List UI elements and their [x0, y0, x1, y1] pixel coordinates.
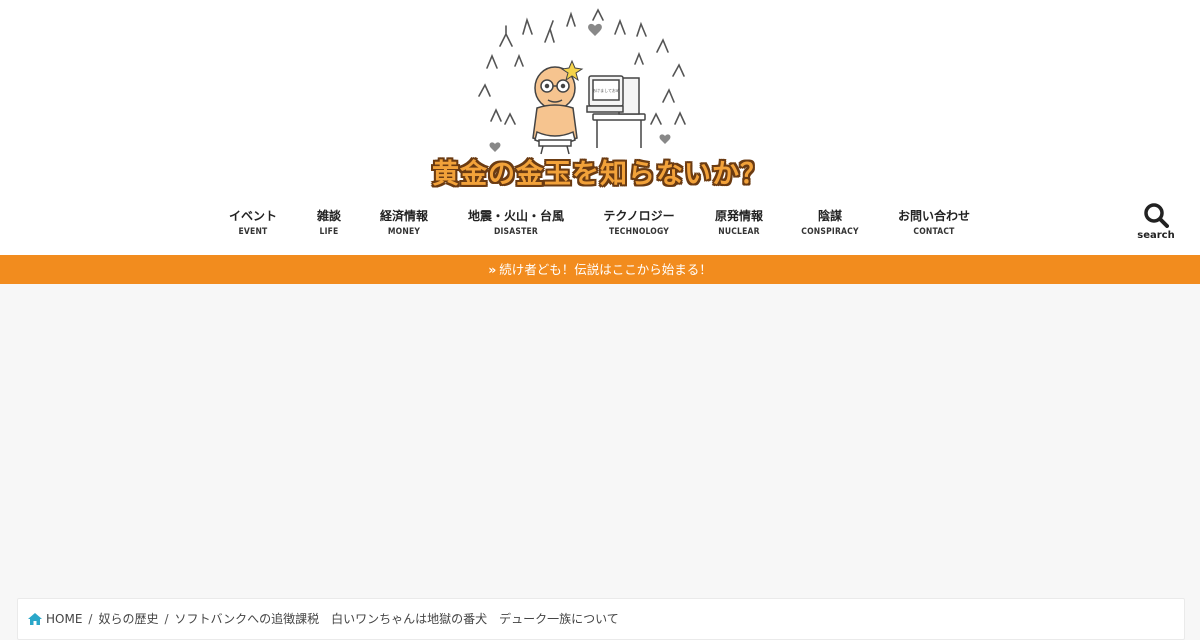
nav-item-sublabel: MONEY [387, 227, 421, 237]
nav-item-money[interactable]: 経済情報 MONEY [380, 208, 428, 239]
nav-item-label: 陰謀 [817, 209, 843, 223]
breadcrumb-category-link[interactable]: 奴らの歴史 [98, 612, 158, 626]
nav-item-sublabel: EVENT [238, 227, 268, 237]
nav-item-contact[interactable]: お問い合わせ CONTACT [898, 208, 970, 239]
breadcrumb-container: HOME / 奴らの歴史 / ソフトバンクへの追徴課税 白いワンちゃんは地獄の番犬 デュ… [17, 598, 1185, 640]
breadcrumb-separator: / [164, 612, 169, 626]
chevron-right-icon: » [488, 262, 497, 277]
nav-item-sublabel: TECHNOLOGY [608, 227, 670, 237]
search-label: search [1137, 230, 1175, 241]
nav-item-label: お問い合わせ [897, 209, 971, 223]
main-nav: イベント EVENT 雑談 LIFE 経済情報 MONEY 地震・火山・台風 D… [0, 208, 1200, 248]
site-header: あけましておめ 黄金の金玉を知らないか？ イベント EVENT 雑談 LIFE … [0, 0, 1200, 255]
breadcrumb: HOME / 奴らの歴史 / ソフトバンクへの追徴課税 白いワンちゃんは地獄の番犬 デュ… [28, 610, 619, 627]
nav-item-sublabel: NUCLEAR [718, 227, 760, 237]
nav-item-nuclear[interactable]: 原発情報 NUCLEAR [715, 208, 763, 239]
breadcrumb-current: ソフトバンクへの追徴課税 白いワンちゃんは地獄の番犬 デューク一族について [174, 612, 619, 626]
nav-item-conspiracy[interactable]: 陰謀 CONSPIRACY [801, 208, 858, 239]
nav-item-label: 雑談 [316, 209, 342, 223]
nav-item-label: 地震・火山・台風 [467, 209, 565, 223]
nav-item-label: イベント [228, 209, 278, 223]
announcement-banner[interactable]: » 続け者ども！伝説はここから始まる！ [0, 255, 1200, 284]
main-content [0, 284, 1200, 630]
nav-item-technology[interactable]: テクノロジー TECHNOLOGY [603, 208, 674, 239]
nav-item-sublabel: LIFE [319, 227, 339, 237]
search-button[interactable]: search [1136, 202, 1176, 248]
nav-item-label: テクノロジー [603, 209, 675, 223]
breadcrumb-home-link[interactable]: HOME [46, 612, 82, 626]
site-title: 黄金の金玉を知らないか？ [432, 159, 768, 190]
nav-item-sublabel: DISASTER [493, 227, 539, 237]
nav-item-sublabel: CONSPIRACY [801, 227, 859, 237]
banner-text: 続け者ども！伝説はここから始まる！ [499, 262, 712, 277]
search-icon [1144, 203, 1169, 228]
site-logo[interactable]: あけましておめ 黄金の金玉を知らないか？ [405, 6, 795, 190]
nav-item-life[interactable]: 雑談 LIFE [317, 208, 341, 239]
nav-item-label: 経済情報 [379, 209, 429, 223]
mascot-screen-text: あけましておめ [592, 87, 620, 93]
breadcrumb-separator: / [88, 612, 93, 626]
nav-item-event[interactable]: イベント EVENT [229, 208, 277, 239]
home-icon [28, 613, 42, 625]
nav-item-disaster[interactable]: 地震・火山・台風 DISASTER [468, 208, 564, 239]
nav-item-sublabel: CONTACT [913, 227, 955, 237]
nav-item-label: 原発情報 [714, 209, 764, 223]
